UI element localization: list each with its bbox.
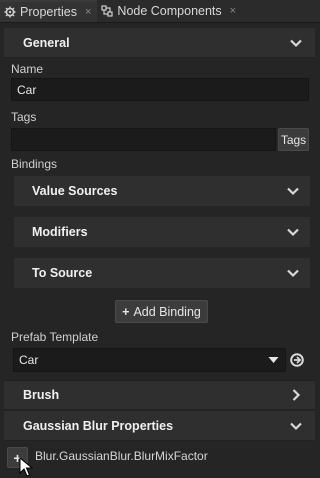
name-label: Name	[11, 62, 44, 76]
tags-label: Tags	[11, 110, 37, 124]
binding-group-modifiers[interactable]: Modifiers	[14, 217, 310, 247]
prefab-template-label: Prefab Template	[11, 330, 99, 344]
general-section-header[interactable]: General	[4, 28, 315, 58]
components-icon	[101, 5, 114, 17]
tab-node-components-label: Node Components	[117, 4, 222, 18]
chevron-down-icon	[287, 228, 299, 237]
brush-section-header[interactable]: Brush	[4, 380, 315, 410]
gaussian-blur-section-header[interactable]: Gaussian Blur Properties	[4, 411, 315, 441]
tab-properties-label: Properties	[20, 5, 77, 19]
prefab-template-value: Car	[19, 353, 39, 367]
mouse-pointer-icon	[19, 457, 33, 477]
brush-section-title: Brush	[23, 388, 60, 402]
bindings-label: Bindings	[11, 157, 58, 171]
add-binding-button[interactable]: + Add Binding	[115, 300, 208, 323]
general-section-title: General	[23, 35, 70, 50]
tab-properties-close-icon[interactable]: ×	[85, 6, 91, 18]
blur-mix-factor-label: Blur.GaussianBlur.BlurMixFactor	[35, 449, 208, 463]
gear-icon	[4, 6, 16, 18]
chevron-down-icon	[287, 269, 299, 278]
gaussian-blur-section-title: Gaussian Blur Properties	[23, 418, 174, 433]
chevron-down-icon	[290, 39, 302, 47]
chevron-down-icon	[287, 187, 299, 196]
name-input[interactable]: Car	[11, 78, 309, 101]
binding-group-label: To Source	[32, 266, 93, 280]
chevron-right-icon	[292, 389, 301, 401]
tab-node-components-close-icon[interactable]: ×	[230, 5, 236, 17]
tab-bar: Properties × Node Components ×	[0, 0, 320, 23]
revert-icon[interactable]	[289, 352, 305, 368]
tags-input[interactable]	[11, 128, 276, 151]
binding-group-label: Value Sources	[32, 184, 118, 198]
binding-group-label: Modifiers	[32, 225, 88, 239]
binding-group-to-source[interactable]: To Source	[14, 258, 310, 288]
binding-group-value-sources[interactable]: Value Sources	[14, 176, 310, 206]
chevron-down-icon	[290, 422, 302, 430]
tags-button[interactable]: Tags	[278, 128, 309, 151]
prefab-template-dropdown[interactable]: Car	[13, 348, 286, 372]
plus-icon: +	[122, 304, 130, 319]
tab-node-components[interactable]: Node Components ×	[97, 0, 242, 22]
add-binding-label: Add Binding	[133, 304, 201, 319]
caret-down-icon	[268, 357, 279, 363]
tab-properties[interactable]: Properties ×	[0, 0, 98, 22]
